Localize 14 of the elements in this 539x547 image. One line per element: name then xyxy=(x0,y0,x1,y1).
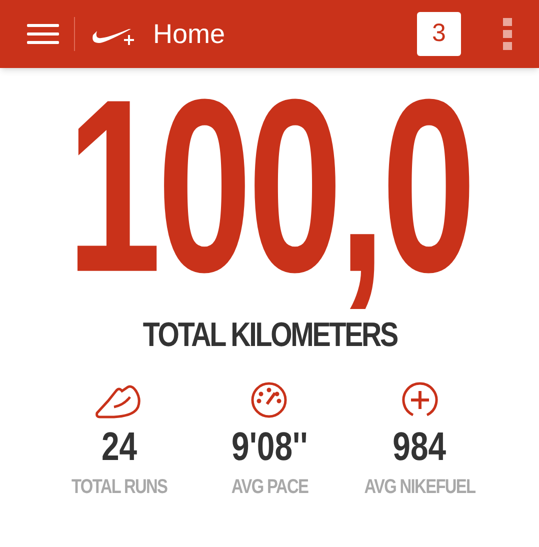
speedometer-icon xyxy=(250,381,288,419)
stat-label: TOTAL RUNS xyxy=(71,475,167,499)
stat-label: AVG NIKEFUEL xyxy=(364,475,476,499)
stat-value: 984 xyxy=(393,425,447,469)
notification-badge[interactable]: 3 xyxy=(417,12,461,56)
total-label: TOTAL KILOMETERS xyxy=(142,315,397,355)
overflow-menu-icon[interactable] xyxy=(503,18,512,50)
plus-circle-icon xyxy=(400,381,439,419)
stat-value: 9'08'' xyxy=(231,425,308,469)
stat-value: 24 xyxy=(101,425,137,469)
screen-title: Home xyxy=(153,18,226,51)
stat-label: AVG PACE xyxy=(231,475,308,499)
total-distance: 100,0 xyxy=(66,78,472,313)
menu-icon[interactable] xyxy=(27,24,59,44)
